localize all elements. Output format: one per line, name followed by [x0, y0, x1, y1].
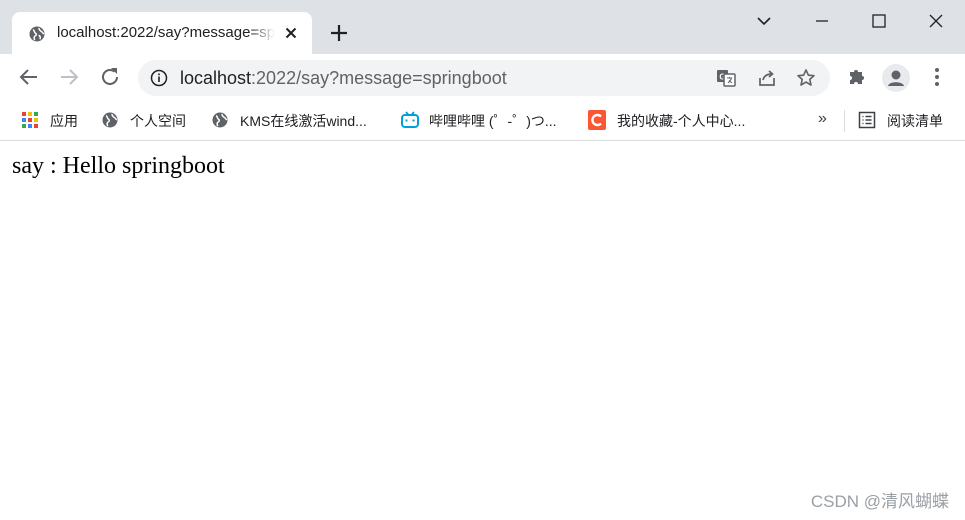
- info-icon[interactable]: [150, 69, 168, 87]
- back-arrow-icon[interactable]: [17, 65, 41, 89]
- translate-icon[interactable]: G: [716, 68, 736, 88]
- bookmark-label: 个人空间: [130, 113, 186, 129]
- globe-icon: [29, 26, 45, 42]
- puzzle-icon[interactable]: [845, 65, 869, 89]
- maximize-icon[interactable]: [867, 10, 891, 32]
- tab-title: localhost:2022/say?message=springboot: [57, 24, 275, 41]
- close-icon[interactable]: [283, 25, 299, 41]
- bookmarks-bar: 应用 个人空间 KMS在线激活wind... 哔哩哔哩 (゜-゜)つ... 我的…: [0, 102, 965, 141]
- globe-icon: [212, 112, 228, 128]
- minimize-icon[interactable]: [810, 10, 834, 32]
- toolbar: localhost:2022/say?message=springboot G: [0, 54, 965, 102]
- forward-arrow-icon[interactable]: [57, 65, 81, 89]
- tab-strip: localhost:2022/say?message=springboot: [0, 0, 965, 54]
- url-text[interactable]: localhost:2022/say?message=springboot: [180, 68, 507, 89]
- bilibili-icon: [401, 111, 419, 128]
- bookmark-label: KMS在线激活wind...: [240, 113, 367, 129]
- apps-grid-icon: [22, 112, 38, 128]
- bookmark-label: 我的收藏-个人中心...: [617, 113, 746, 129]
- avatar-icon[interactable]: [882, 64, 910, 92]
- csdn-watermark: CSDN @清风蝴蝶: [810, 492, 949, 511]
- plus-icon[interactable]: [327, 21, 351, 45]
- globe-icon: [102, 112, 118, 128]
- share-icon[interactable]: [757, 68, 777, 88]
- reading-list-icon: [858, 111, 876, 129]
- bookmarks-divider: [844, 110, 845, 132]
- bookmarks-overflow-button[interactable]: »: [818, 110, 827, 128]
- csdn-icon: [588, 110, 606, 130]
- reading-list-label: 阅读清单: [887, 113, 943, 129]
- bookmark-label: 应用: [50, 113, 78, 129]
- star-icon[interactable]: [796, 68, 816, 88]
- window-close-icon[interactable]: [924, 10, 948, 32]
- bookmark-label: 哔哩哔哩 (゜-゜)つ...: [429, 113, 557, 129]
- browser-window: localhost:2022/say?message=springboot: [0, 0, 965, 520]
- reload-icon[interactable]: [98, 65, 122, 89]
- page-content: say : Hello springboot CSDN @清风蝴蝶: [0, 141, 965, 520]
- url-host: localhost: [180, 68, 252, 88]
- active-tab[interactable]: localhost:2022/say?message=springboot: [12, 12, 312, 54]
- response-text: say : Hello springboot: [12, 153, 225, 179]
- chevron-down-icon[interactable]: [752, 10, 776, 32]
- url-path: :2022/say?message=springboot: [251, 68, 507, 88]
- address-bar[interactable]: localhost:2022/say?message=springboot G: [138, 60, 830, 96]
- kebab-menu-icon[interactable]: [925, 65, 949, 89]
